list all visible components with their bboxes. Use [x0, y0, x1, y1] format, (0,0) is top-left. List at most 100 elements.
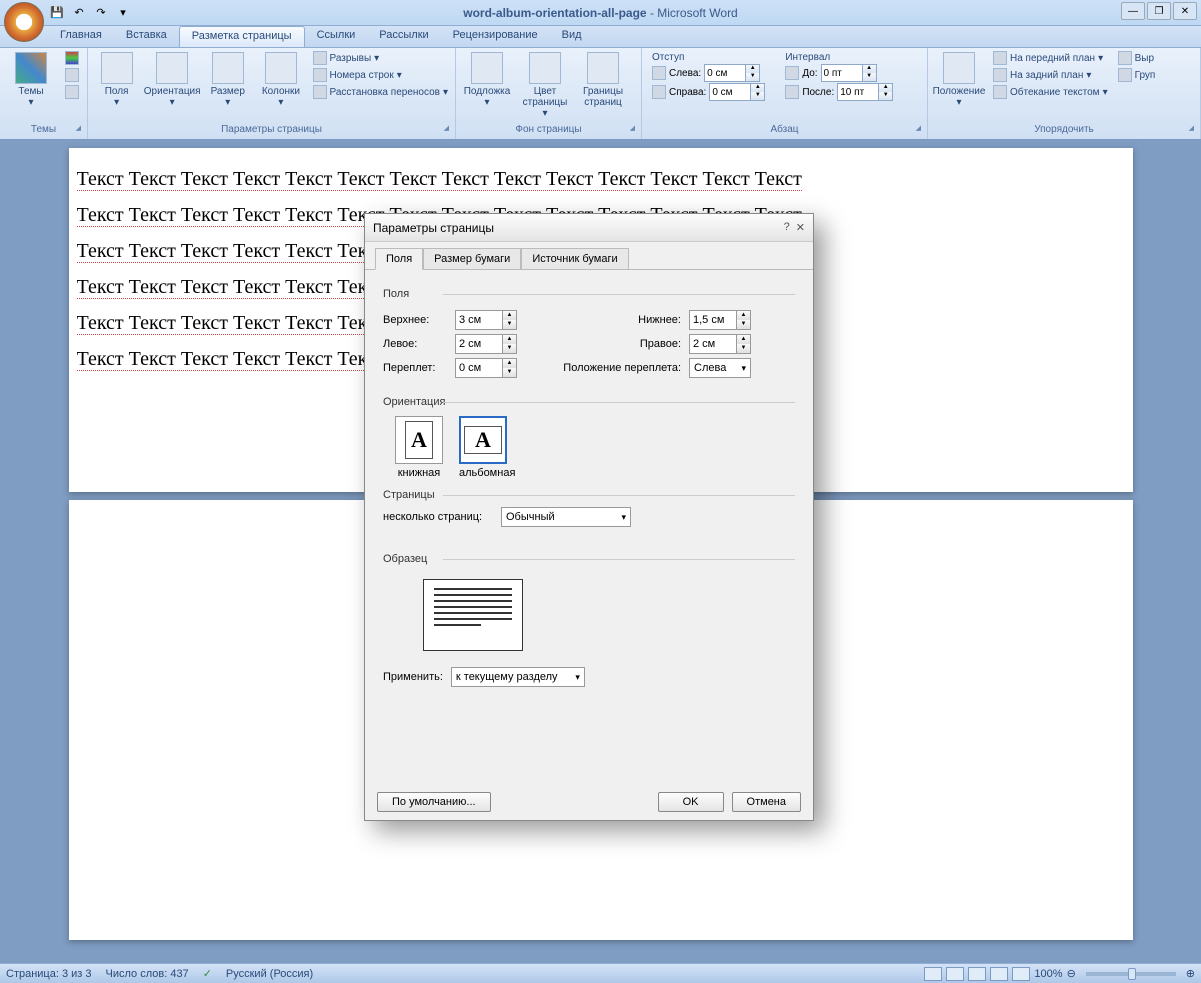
view-print-layout[interactable]: [924, 967, 942, 981]
dialog-tab-paper[interactable]: Размер бумаги: [423, 248, 521, 270]
status-bar: Страница: 3 из 3 Число слов: 437 ✓ Русск…: [0, 963, 1201, 983]
gutter-input[interactable]: ▲▼: [455, 358, 517, 378]
save-icon[interactable]: 💾: [48, 4, 66, 22]
indent-left-input[interactable]: ▲▼: [704, 64, 760, 82]
view-outline[interactable]: [990, 967, 1008, 981]
dialog-tab-source[interactable]: Источник бумаги: [521, 248, 628, 270]
dialog-close-icon[interactable]: ✕: [796, 221, 805, 234]
group-label-paragraph: Абзац: [646, 122, 923, 137]
fonts-icon: [65, 68, 79, 82]
minimize-button[interactable]: —: [1121, 2, 1145, 20]
left-margin-input[interactable]: ▲▼: [455, 334, 517, 354]
multi-pages-combo[interactable]: Обычный: [501, 507, 631, 527]
zoom-out-button[interactable]: ⊖: [1067, 967, 1076, 980]
quick-access-toolbar: 💾 ↶ ↷ ▾: [48, 4, 132, 22]
qat-customize-icon[interactable]: ▾: [114, 4, 132, 22]
margins-icon: [101, 52, 133, 84]
group-label-page-bg: Фон страницы: [460, 122, 637, 137]
gutter-position-combo[interactable]: Слева: [689, 358, 751, 378]
right-margin-input[interactable]: ▲▼: [689, 334, 751, 354]
themes-icon: [15, 52, 47, 84]
bottom-margin-input[interactable]: ▲▼: [689, 310, 751, 330]
view-web-layout[interactable]: [968, 967, 986, 981]
close-button[interactable]: ✕: [1173, 2, 1197, 20]
apply-to-combo[interactable]: к текущему разделу: [451, 667, 585, 687]
spellcheck-icon[interactable]: ✓: [203, 967, 212, 980]
margins-button[interactable]: Поля▾: [92, 50, 141, 110]
tab-view[interactable]: Вид: [550, 26, 594, 47]
themes-button[interactable]: Темы▾: [4, 50, 58, 110]
status-word-count[interactable]: Число слов: 437: [106, 968, 189, 980]
top-margin-input[interactable]: ▲▼: [455, 310, 517, 330]
maximize-button[interactable]: ❐: [1147, 2, 1171, 20]
redo-icon[interactable]: ↷: [92, 4, 110, 22]
document-text[interactable]: Текст Текст Текст Текст Текст Текст Текс…: [77, 168, 802, 191]
tab-mailings[interactable]: Рассылки: [367, 26, 440, 47]
preview-section-label: Образец: [383, 553, 795, 565]
page-color-button[interactable]: Цвет страницы▾: [518, 50, 572, 121]
left-label: Левое:: [383, 338, 447, 350]
dialog-tab-margins[interactable]: Поля: [375, 248, 423, 270]
page-setup-dialog: Параметры страницы ? ✕ Поля Размер бумаг…: [364, 213, 814, 821]
default-button[interactable]: По умолчанию...: [377, 792, 491, 812]
undo-icon[interactable]: ↶: [70, 4, 88, 22]
ribbon-group-paragraph: Отступ Слева:▲▼ Справа:▲▼ Интервал До:▲▼…: [642, 48, 928, 139]
align-button[interactable]: Выр: [1115, 50, 1159, 66]
tab-page-layout[interactable]: Разметка страницы: [179, 26, 305, 47]
position-button[interactable]: Положение▾: [932, 50, 986, 110]
bring-front-button[interactable]: На передний план ▾: [990, 50, 1111, 66]
zoom-in-button[interactable]: ⊕: [1186, 967, 1195, 980]
bottom-label: Нижнее:: [541, 314, 681, 326]
group-icon: [1118, 68, 1132, 82]
spacing-after-input[interactable]: ▲▼: [837, 83, 893, 101]
window-title: word-album-orientation-all-page - Micros…: [463, 6, 737, 20]
group-button[interactable]: Груп: [1115, 67, 1159, 83]
cancel-button[interactable]: Отмена: [732, 792, 801, 812]
breaks-button[interactable]: Разрывы ▾: [310, 50, 451, 66]
dialog-title-text: Параметры страницы: [373, 221, 494, 235]
indent-label: Отступ: [652, 52, 765, 63]
tab-references[interactable]: Ссылки: [305, 26, 368, 47]
size-icon: [212, 52, 244, 84]
view-full-screen[interactable]: [946, 967, 964, 981]
tab-review[interactable]: Рецензирование: [441, 26, 550, 47]
spacing-before-input[interactable]: ▲▼: [821, 64, 877, 82]
zoom-slider[interactable]: [1086, 972, 1176, 976]
theme-colors-button[interactable]: [62, 50, 82, 66]
ok-button[interactable]: OK: [658, 792, 724, 812]
portrait-button[interactable]: A книжная: [395, 416, 443, 479]
indent-left-icon: [652, 66, 666, 80]
office-button[interactable]: [4, 2, 44, 42]
dialog-titlebar[interactable]: Параметры страницы ? ✕: [365, 214, 813, 242]
orientation-button[interactable]: Ориентация▾: [145, 50, 199, 110]
theme-fonts-button[interactable]: [62, 67, 82, 83]
tab-home[interactable]: Главная: [48, 26, 114, 47]
watermark-button[interactable]: Подложка▾: [460, 50, 514, 110]
tab-insert[interactable]: Вставка: [114, 26, 179, 47]
gutter-label: Переплет:: [383, 362, 447, 374]
spacing-after-icon: [785, 85, 799, 99]
page-borders-icon: [587, 52, 619, 84]
group-label-arrange: Упорядочить: [932, 122, 1196, 137]
back-icon: [993, 68, 1007, 82]
landscape-button[interactable]: A альбомная: [459, 416, 515, 479]
text-wrap-button[interactable]: Обтекание текстом ▾: [990, 84, 1111, 100]
ribbon: Темы▾ Темы Поля▾ Ориентация▾ Размер▾ Кол…: [0, 48, 1201, 140]
line-numbers-icon: [313, 68, 327, 82]
hyphenation-button[interactable]: Расстановка переносов ▾: [310, 84, 451, 100]
send-back-button[interactable]: На задний план ▾: [990, 67, 1111, 83]
view-draft[interactable]: [1012, 967, 1030, 981]
status-page[interactable]: Страница: 3 из 3: [6, 968, 92, 980]
zoom-value[interactable]: 100%: [1034, 968, 1062, 980]
margins-section-label: Поля: [383, 288, 795, 300]
size-button[interactable]: Размер▾: [203, 50, 252, 110]
line-numbers-button[interactable]: Номера строк ▾: [310, 67, 451, 83]
indent-right-input[interactable]: ▲▼: [709, 83, 765, 101]
page-borders-button[interactable]: Границы страниц: [576, 50, 630, 110]
breaks-icon: [313, 51, 327, 65]
status-language[interactable]: Русский (Россия): [226, 968, 313, 980]
columns-button[interactable]: Колонки▾: [256, 50, 305, 110]
theme-effects-button[interactable]: [62, 84, 82, 100]
dialog-help-icon[interactable]: ?: [784, 221, 790, 234]
group-label-page-setup: Параметры страницы: [92, 122, 451, 137]
